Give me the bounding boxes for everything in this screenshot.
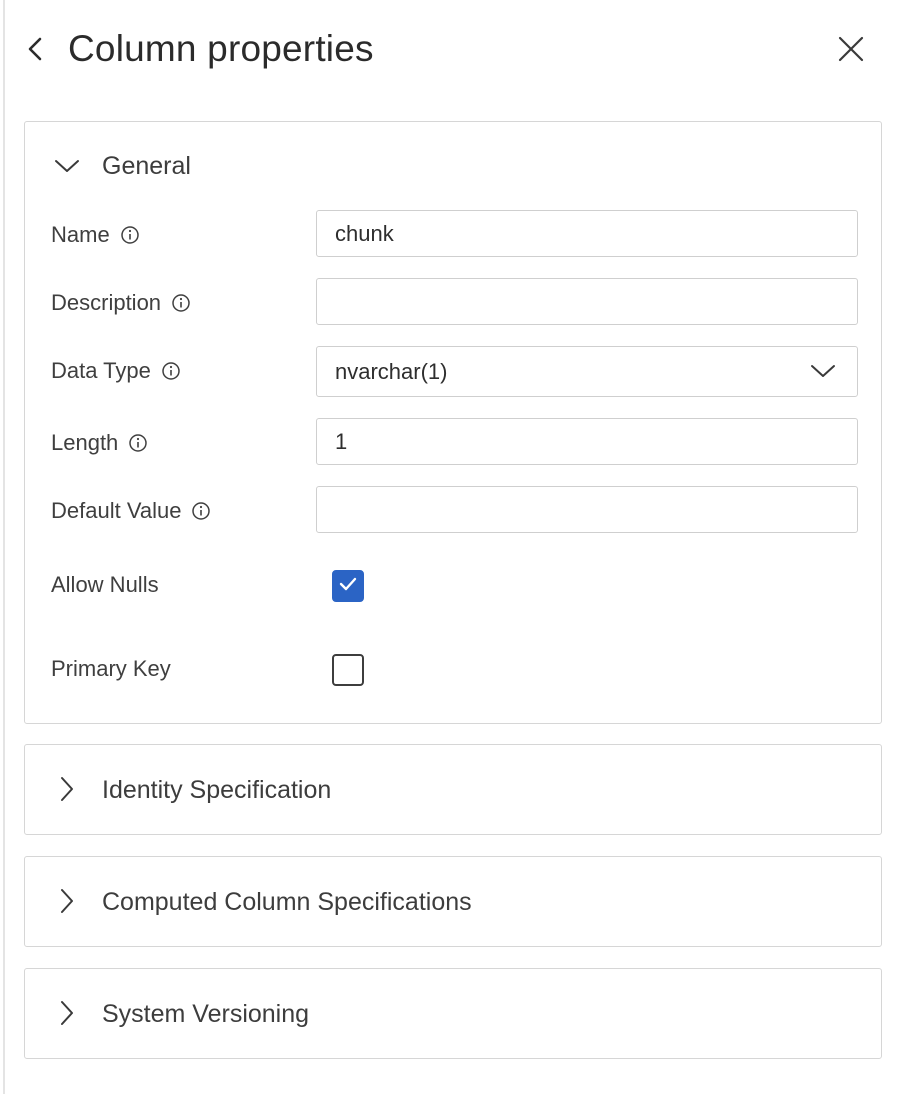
chevron-right-icon — [53, 887, 81, 915]
description-input[interactable] — [317, 279, 857, 324]
system-versioning-title: System Versioning — [102, 1000, 310, 1028]
chevron-right-icon — [53, 775, 81, 803]
description-label: Description — [51, 290, 162, 315]
description-label-row: Description — [51, 288, 191, 318]
chevron-right-icon — [53, 999, 81, 1027]
close-button[interactable] — [832, 32, 870, 70]
allow-nulls-checkbox[interactable] — [332, 570, 364, 602]
description-field[interactable] — [316, 278, 858, 325]
info-icon[interactable] — [120, 225, 140, 245]
general-section-title: General — [102, 152, 191, 180]
identity-specification-section: Identity Specification — [24, 744, 882, 835]
computed-column-specifications-header[interactable]: Computed Column Specifications — [25, 857, 881, 947]
default-value-input[interactable] — [317, 487, 857, 532]
name-field[interactable] — [316, 210, 858, 257]
panel-header: Column properties — [0, 0, 898, 100]
computed-column-specifications-title: Computed Column Specifications — [102, 888, 472, 916]
chevron-left-icon — [26, 36, 44, 67]
data-type-value: nvarchar(1) — [335, 359, 448, 384]
system-versioning-header[interactable]: System Versioning — [25, 969, 881, 1059]
length-label: Length — [51, 430, 119, 455]
info-icon[interactable] — [161, 361, 181, 381]
allow-nulls-label: Allow Nulls — [51, 572, 159, 597]
name-label-row: Name — [51, 220, 140, 250]
page-title: Column properties — [68, 28, 374, 69]
primary-key-checkbox[interactable] — [332, 654, 364, 686]
length-field[interactable] — [316, 418, 858, 465]
chevron-down-icon — [809, 359, 837, 383]
info-icon[interactable] — [171, 293, 191, 313]
checkmark-icon — [339, 577, 357, 596]
system-versioning-section: System Versioning — [24, 968, 882, 1059]
default-value-field[interactable] — [316, 486, 858, 533]
identity-specification-title: Identity Specification — [102, 776, 332, 804]
data-type-label: Data Type — [51, 358, 151, 383]
data-type-select[interactable]: nvarchar(1) — [316, 346, 858, 397]
name-label: Name — [51, 222, 110, 247]
default-value-label-row: Default Value — [51, 496, 211, 526]
primary-key-label: Primary Key — [51, 656, 171, 681]
allow-nulls-label-row: Allow Nulls — [51, 570, 159, 600]
computed-column-specifications-section: Computed Column Specifications — [24, 856, 882, 947]
close-icon — [837, 35, 865, 68]
length-input[interactable] — [317, 419, 857, 464]
info-icon[interactable] — [191, 501, 211, 521]
data-type-label-row: Data Type — [51, 356, 181, 386]
name-input[interactable] — [317, 211, 857, 256]
panel-left-border — [3, 0, 5, 1094]
back-button[interactable] — [20, 32, 50, 70]
length-label-row: Length — [51, 428, 148, 458]
info-icon[interactable] — [128, 433, 148, 453]
default-value-label: Default Value — [51, 498, 182, 523]
general-section: General Name Description Data Type — [24, 121, 882, 724]
primary-key-label-row: Primary Key — [51, 654, 171, 684]
general-section-header[interactable]: General — [25, 122, 881, 212]
identity-specification-header[interactable]: Identity Specification — [25, 745, 881, 835]
chevron-down-icon — [53, 152, 81, 180]
